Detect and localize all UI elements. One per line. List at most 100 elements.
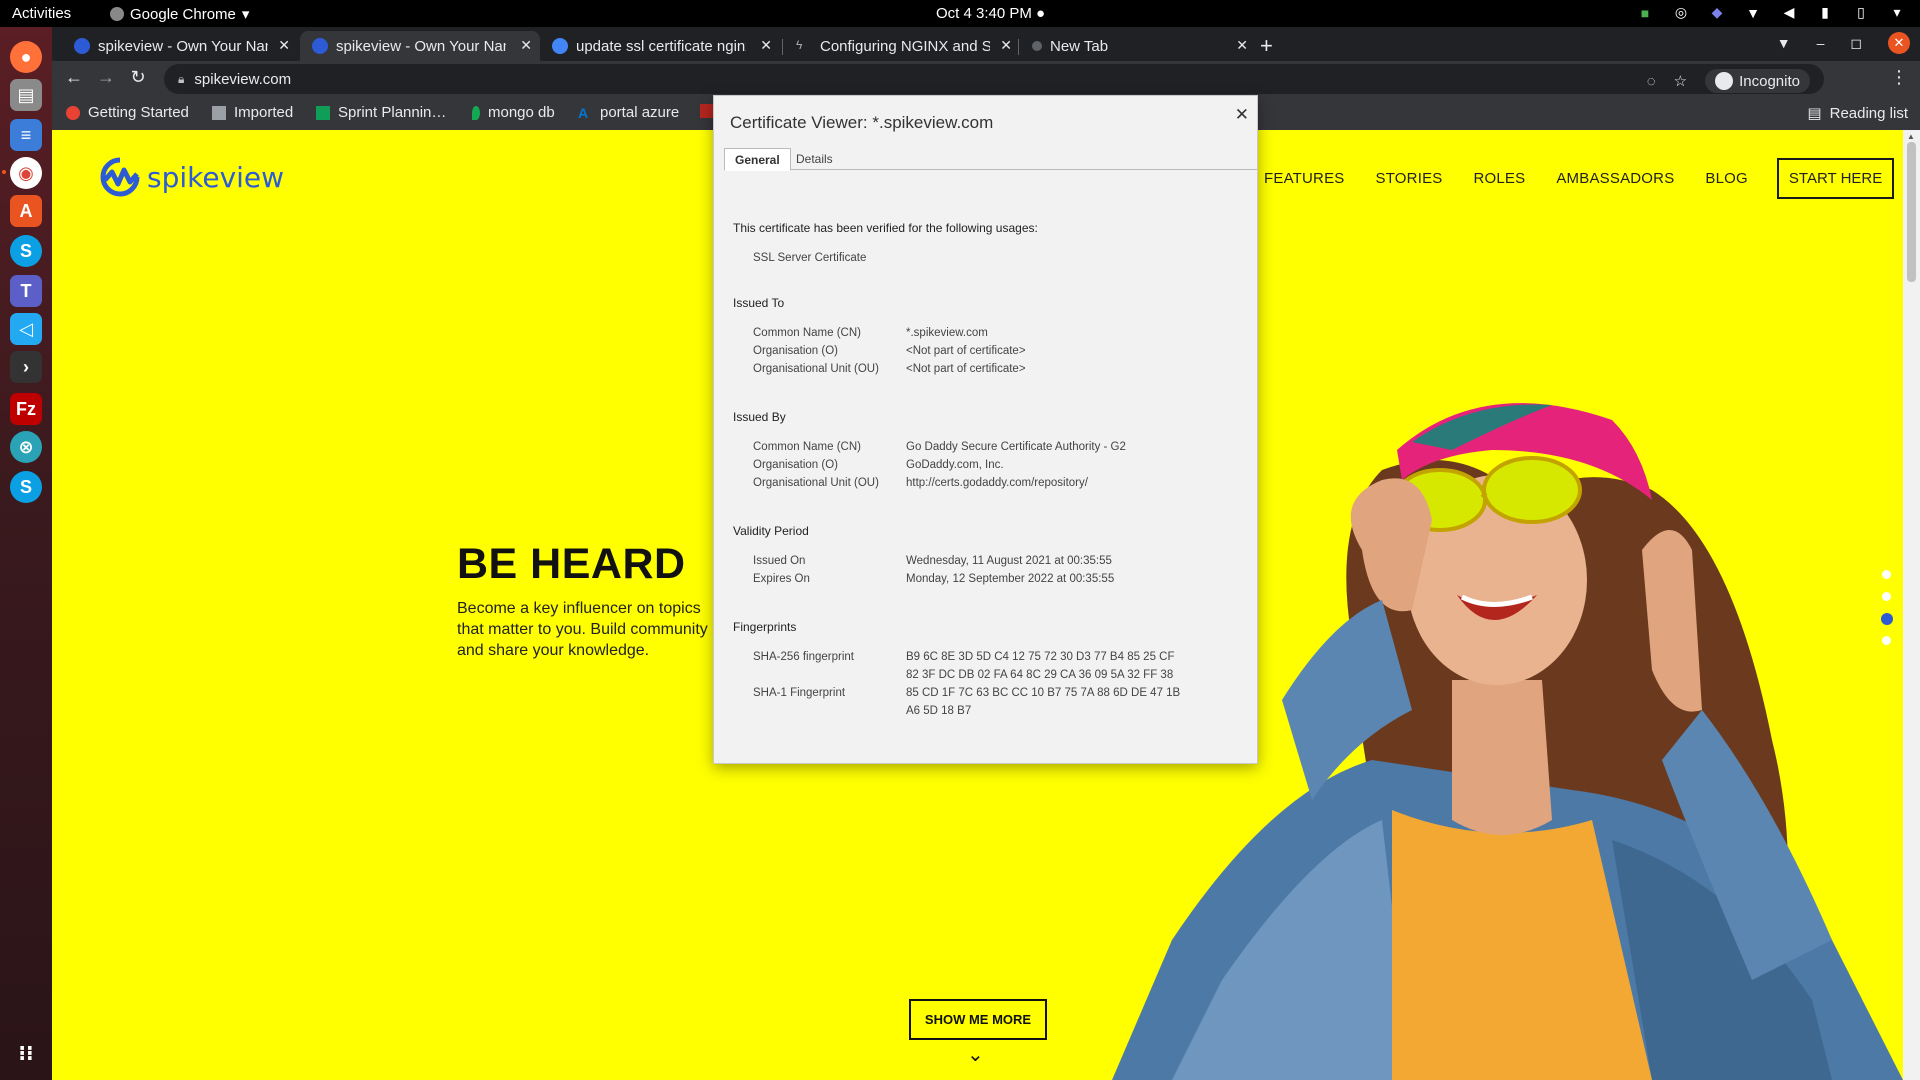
field-value: <Not part of certificate> bbox=[906, 345, 1026, 357]
nav-features[interactable]: FEATURES bbox=[1264, 170, 1345, 187]
system-tray[interactable]: ■ ◎ ◆ ▼ ◀ ▮ ▯ ▾ bbox=[1636, 4, 1906, 21]
chrome-dock-icon[interactable]: ◉ bbox=[10, 157, 42, 189]
bookmark-overflow[interactable] bbox=[700, 104, 714, 118]
tab-close-icon[interactable]: ✕ bbox=[278, 37, 290, 54]
field-label: SHA-1 Fingerprint bbox=[753, 687, 846, 699]
chrome-menu-icon[interactable]: ⋮ bbox=[1890, 67, 1908, 88]
brand-wordmark: spikeview bbox=[147, 160, 285, 194]
site-nav: FEATURES STORIES ROLES AMBASSADORS BLOG … bbox=[1264, 158, 1895, 199]
sync-icon[interactable]: ◎ bbox=[1672, 4, 1690, 21]
close-window-button[interactable]: ✕ bbox=[1888, 32, 1910, 54]
forward-button[interactable]: → bbox=[94, 67, 118, 88]
teams-icon[interactable]: T bbox=[10, 275, 42, 307]
eye-off-icon[interactable]: ◌ bbox=[1647, 73, 1656, 90]
tab-5[interactable]: New Tab ✕ bbox=[1020, 31, 1256, 61]
chevron-down-icon[interactable]: ⌄ bbox=[967, 1042, 984, 1067]
field-label: SHA-256 fingerprint bbox=[753, 651, 854, 663]
bookmark-sprint-planning[interactable]: Sprint Plannin… bbox=[316, 104, 446, 121]
teams-tray-icon[interactable]: ◆ bbox=[1708, 4, 1726, 21]
fingerprints-heading: Fingerprints bbox=[733, 620, 797, 634]
tab-strip: spikeview - Own Your Name ✕ spikeview - … bbox=[52, 27, 1920, 61]
start-here-button[interactable]: START HERE bbox=[1776, 158, 1895, 199]
bookmark-app-icon bbox=[700, 104, 714, 118]
terminal-icon[interactable]: › bbox=[10, 351, 42, 383]
tab-close-icon[interactable]: ✕ bbox=[760, 37, 772, 54]
skype-alt-icon[interactable]: S bbox=[10, 471, 42, 503]
power-menu-icon[interactable]: ▾ bbox=[1888, 4, 1906, 21]
spikeview-favicon bbox=[312, 38, 328, 54]
nav-stories[interactable]: STORIES bbox=[1376, 170, 1443, 187]
app-name: Google Chrome bbox=[130, 5, 236, 23]
wifi-icon[interactable]: ▼ bbox=[1744, 5, 1762, 21]
tab-general[interactable]: General bbox=[724, 148, 791, 171]
new-tab-button[interactable]: + bbox=[1260, 33, 1273, 59]
tab-separator bbox=[1018, 39, 1019, 55]
hero-body: Become a key influencer on topics that m… bbox=[457, 600, 708, 659]
filezilla-icon[interactable]: Fz bbox=[10, 393, 42, 425]
tab-close-icon[interactable]: ✕ bbox=[1236, 37, 1248, 54]
clock[interactable]: Oct 4 3:40 PM ● bbox=[936, 5, 1045, 22]
bookmark-imported[interactable]: Imported bbox=[212, 104, 293, 121]
page-scrollbar[interactable]: ▲ bbox=[1903, 130, 1920, 1080]
tab-close-icon[interactable]: ✕ bbox=[1000, 37, 1012, 54]
bookmark-mongo-db[interactable]: mongo db bbox=[472, 104, 555, 121]
activities-button[interactable]: Activities bbox=[12, 5, 71, 22]
address-bar[interactable]: 🔒︎ spikeview.com ◌ ☆ Incognito bbox=[164, 64, 1824, 94]
nav-roles[interactable]: ROLES bbox=[1473, 170, 1525, 187]
slide-dot-active[interactable] bbox=[1881, 613, 1893, 625]
slide-dot[interactable] bbox=[1882, 592, 1891, 601]
update-icon[interactable]: ■ bbox=[1636, 5, 1654, 21]
scrollbar-thumb[interactable] bbox=[1907, 142, 1916, 282]
spikeview-logo[interactable]: spikeview bbox=[99, 156, 284, 198]
firefox-icon[interactable]: ● bbox=[10, 41, 42, 73]
tab-details[interactable]: Details bbox=[786, 148, 843, 171]
spikeview-favicon bbox=[74, 38, 90, 54]
tab-2-active[interactable]: spikeview - Own Your Name ✕ bbox=[300, 31, 540, 61]
scroll-up-arrow-icon[interactable]: ▲ bbox=[1907, 132, 1915, 141]
tab-1[interactable]: spikeview - Own Your Name ✕ bbox=[62, 31, 298, 61]
maximize-button[interactable]: ◻ bbox=[1850, 35, 1862, 52]
software-center-icon[interactable]: A bbox=[10, 195, 42, 227]
battery-icon[interactable]: ▯ bbox=[1852, 4, 1870, 21]
nav-ambassadors[interactable]: AMBASSADORS bbox=[1556, 170, 1674, 187]
field-value: <Not part of certificate> bbox=[906, 363, 1026, 375]
incognito-badge[interactable]: Incognito bbox=[1705, 69, 1810, 93]
azure-icon: A bbox=[578, 104, 589, 121]
slide-dot[interactable] bbox=[1882, 570, 1891, 579]
google-favicon bbox=[552, 38, 568, 54]
app-icon[interactable]: ⊗ bbox=[10, 431, 42, 463]
reading-list-button[interactable]: ▤ Reading list bbox=[1807, 104, 1908, 123]
tab-3[interactable]: update ssl certificate nginx ✕ bbox=[540, 31, 780, 61]
incognito-icon bbox=[1715, 72, 1734, 90]
spikeview-logo-icon bbox=[100, 157, 140, 197]
minimize-button[interactable]: – bbox=[1817, 35, 1825, 51]
show-me-more-button[interactable]: SHOW ME MORE bbox=[909, 999, 1047, 1040]
caret-down-icon: ▾ bbox=[241, 6, 250, 23]
bookmark-portal-azure[interactable]: A portal azure bbox=[578, 104, 679, 121]
reload-button[interactable]: ↻ bbox=[126, 67, 150, 88]
mic-icon[interactable]: ▮ bbox=[1816, 4, 1834, 21]
bookmark-star-icon[interactable]: ☆ bbox=[1674, 72, 1687, 90]
bookmark-getting-started[interactable]: Getting Started bbox=[66, 104, 189, 121]
docs-icon[interactable]: ≡ bbox=[10, 119, 42, 151]
field-label: Organisational Unit (OU) bbox=[753, 477, 879, 489]
system-top-bar: Activities Google Chrome ▾ Oct 4 3:40 PM… bbox=[0, 0, 1920, 27]
close-icon[interactable]: ✕ bbox=[1235, 105, 1249, 125]
fingerprint-value: B9 6C 8E 3D 5D C4 12 75 72 30 D3 77 B4 8… bbox=[906, 651, 1175, 663]
tab-close-icon[interactable]: ✕ bbox=[520, 37, 532, 54]
tab-search-icon[interactable]: ▼ bbox=[1777, 35, 1791, 51]
app-menu[interactable]: Google Chrome ▾ bbox=[110, 5, 249, 23]
loading-icon: ϟ bbox=[796, 38, 803, 52]
vscode-icon[interactable]: ◁ bbox=[10, 313, 42, 345]
back-button[interactable]: ← bbox=[62, 67, 86, 88]
tab-4[interactable]: ϟ Configuring NGINX and SSL ✕ bbox=[784, 31, 1020, 61]
show-apps-icon[interactable]: ⁝⁝ bbox=[10, 1037, 42, 1069]
url-text: spikeview.com bbox=[194, 70, 292, 88]
lock-icon[interactable]: 🔒︎ bbox=[178, 72, 184, 87]
files-icon[interactable]: ▤ bbox=[10, 79, 42, 111]
slide-dot[interactable] bbox=[1882, 636, 1891, 645]
field-label: Organisation (O) bbox=[753, 459, 839, 471]
skype-icon[interactable]: S bbox=[10, 235, 42, 267]
nav-blog[interactable]: BLOG bbox=[1705, 170, 1747, 187]
volume-icon[interactable]: ◀ bbox=[1780, 4, 1798, 21]
